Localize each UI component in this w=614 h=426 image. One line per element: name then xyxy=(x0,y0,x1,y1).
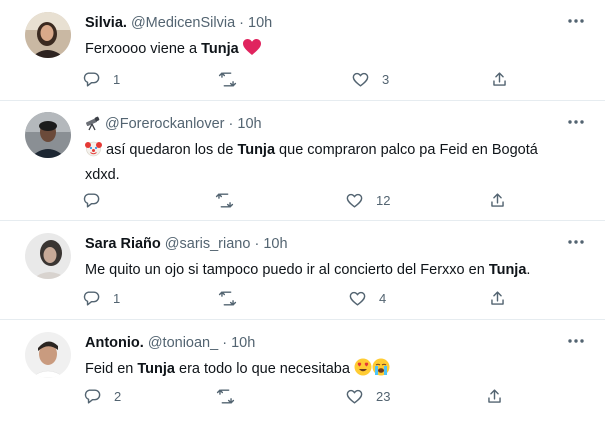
tweet-text: Me quito un ojo si tampoco puedo ir al c… xyxy=(85,259,585,281)
like-button[interactable]: 23 xyxy=(345,385,390,407)
user-handle[interactable]: @saris_riano xyxy=(165,236,251,252)
avatar[interactable] xyxy=(25,332,71,378)
share-icon xyxy=(488,388,501,403)
like-button[interactable]: 3 xyxy=(351,68,389,90)
more-options-icon[interactable] xyxy=(567,113,585,131)
reply-icon xyxy=(83,192,100,208)
separator-dot: · xyxy=(228,116,234,132)
reply-icon xyxy=(83,71,100,87)
search-highlight: Tunja xyxy=(237,142,276,158)
tweet-header: Silvia. @MedicenSilvia · 10h xyxy=(85,14,272,32)
more-options-icon[interactable] xyxy=(567,233,585,251)
telescope-icon xyxy=(85,115,101,136)
display-name[interactable]: Antonio. xyxy=(85,335,144,351)
like-icon xyxy=(352,72,369,87)
tweet-text: así quedaron los de Tunja que compraron … xyxy=(85,139,585,186)
retweet-button[interactable] xyxy=(216,385,247,407)
tweet-header: Antonio. @tonioan_ · 10h xyxy=(85,334,255,352)
reply-button[interactable]: 1 xyxy=(82,287,120,309)
tweet-text-part: Ferxoooo viene a xyxy=(85,41,202,57)
display-name[interactable]: Sara Riaño xyxy=(85,236,161,252)
share-icon xyxy=(493,71,506,86)
tweet-text-part: Me quito un ojo si tampoco puedo ir al c… xyxy=(85,262,489,278)
tweet[interactable]: Antonio. @tonioan_ · 10h Feid en Tunja e… xyxy=(0,320,605,426)
tweet-text-part: xdxd. xyxy=(85,167,120,183)
retweet-icon xyxy=(216,388,235,404)
tweet[interactable]: Sara Riaño @saris_riano · 10h Me quito u… xyxy=(0,221,605,320)
share-button[interactable] xyxy=(485,385,504,407)
like-count: 4 xyxy=(379,290,387,306)
tweet-text-part: Feid en xyxy=(85,361,138,377)
loudly-crying-icon xyxy=(372,358,390,383)
retweet-button[interactable] xyxy=(218,68,249,90)
like-icon xyxy=(346,193,363,208)
tweet-actions: 1 4 xyxy=(80,287,605,309)
reply-count: 1 xyxy=(113,290,121,306)
reply-icon xyxy=(83,290,100,306)
retweet-button[interactable] xyxy=(218,287,249,309)
reply-count: 1 xyxy=(113,71,121,87)
tweet-text: Ferxoooo viene a Tunja xyxy=(85,38,585,63)
separator-dot: · xyxy=(239,15,245,31)
search-highlight: Tunja xyxy=(201,41,239,57)
reply-icon xyxy=(84,388,101,404)
tweet-header: Sara Riaño @saris_riano · 10h xyxy=(85,235,288,253)
timestamp[interactable]: 10h xyxy=(231,335,255,351)
retweet-icon xyxy=(218,290,237,306)
tweet-feed: Silvia. @MedicenSilvia · 10h Ferxoooo vi… xyxy=(0,0,614,426)
retweet-button[interactable] xyxy=(215,189,246,211)
user-handle[interactable]: @tonioan_ xyxy=(148,335,218,351)
reply-button[interactable] xyxy=(82,189,113,211)
reply-count: 2 xyxy=(114,388,122,404)
tweet-header: @Forerockanlover · 10h xyxy=(85,115,262,136)
like-button[interactable]: 4 xyxy=(348,287,386,309)
user-handle[interactable]: @MedicenSilvia xyxy=(131,15,235,31)
share-icon xyxy=(491,192,504,207)
tweet-actions: 12 xyxy=(80,189,605,211)
display-name[interactable]: Silvia. xyxy=(85,15,127,31)
tweet-text-part: así quedaron los de xyxy=(102,142,238,158)
separator-dot: · xyxy=(254,236,260,252)
retweet-icon xyxy=(218,71,237,87)
user-handle[interactable]: @Forerockanlover xyxy=(105,116,224,132)
avatar[interactable] xyxy=(25,112,71,158)
red-heart-icon xyxy=(242,39,261,63)
tweet-actions: 1 3 xyxy=(80,68,605,90)
tweet-actions: 2 23 xyxy=(80,385,605,407)
tweet[interactable]: @Forerockanlover · 10h así quedaron los … xyxy=(0,101,605,221)
retweet-icon xyxy=(215,192,234,208)
like-button[interactable]: 12 xyxy=(345,189,390,211)
avatar[interactable] xyxy=(25,12,71,58)
like-count: 23 xyxy=(376,388,391,404)
like-icon xyxy=(349,291,366,306)
like-count: 3 xyxy=(382,71,390,87)
tweet-text-part: . xyxy=(526,262,531,278)
like-count: 12 xyxy=(376,192,391,208)
tweet-text: Feid en Tunja era todo lo que necesitaba xyxy=(85,358,585,383)
reply-button[interactable]: 1 xyxy=(82,68,120,90)
tweet-text-part: que compraron palco pa Feid en Bogotá xyxy=(275,142,538,158)
timestamp[interactable]: 10h xyxy=(237,116,261,132)
tweet[interactable]: Silvia. @MedicenSilvia · 10h Ferxoooo vi… xyxy=(0,0,605,101)
like-icon xyxy=(346,389,363,404)
more-options-icon[interactable] xyxy=(567,332,585,350)
heart-eyes-icon xyxy=(354,358,372,383)
share-icon xyxy=(491,290,504,305)
search-highlight: Tunja xyxy=(137,361,175,377)
share-button[interactable] xyxy=(488,189,507,211)
separator-dot: · xyxy=(222,335,228,351)
share-button[interactable] xyxy=(490,68,509,90)
timestamp[interactable]: 10h xyxy=(263,236,287,252)
more-options-icon[interactable] xyxy=(567,12,585,30)
timestamp[interactable]: 10h xyxy=(248,15,272,31)
reply-button[interactable]: 2 xyxy=(83,385,121,407)
search-highlight: Tunja xyxy=(488,262,527,278)
avatar[interactable] xyxy=(25,233,71,279)
clown-face-icon xyxy=(85,140,102,164)
share-button[interactable] xyxy=(488,287,507,309)
tweet-text-part: era todo lo que necesitaba xyxy=(175,361,354,377)
